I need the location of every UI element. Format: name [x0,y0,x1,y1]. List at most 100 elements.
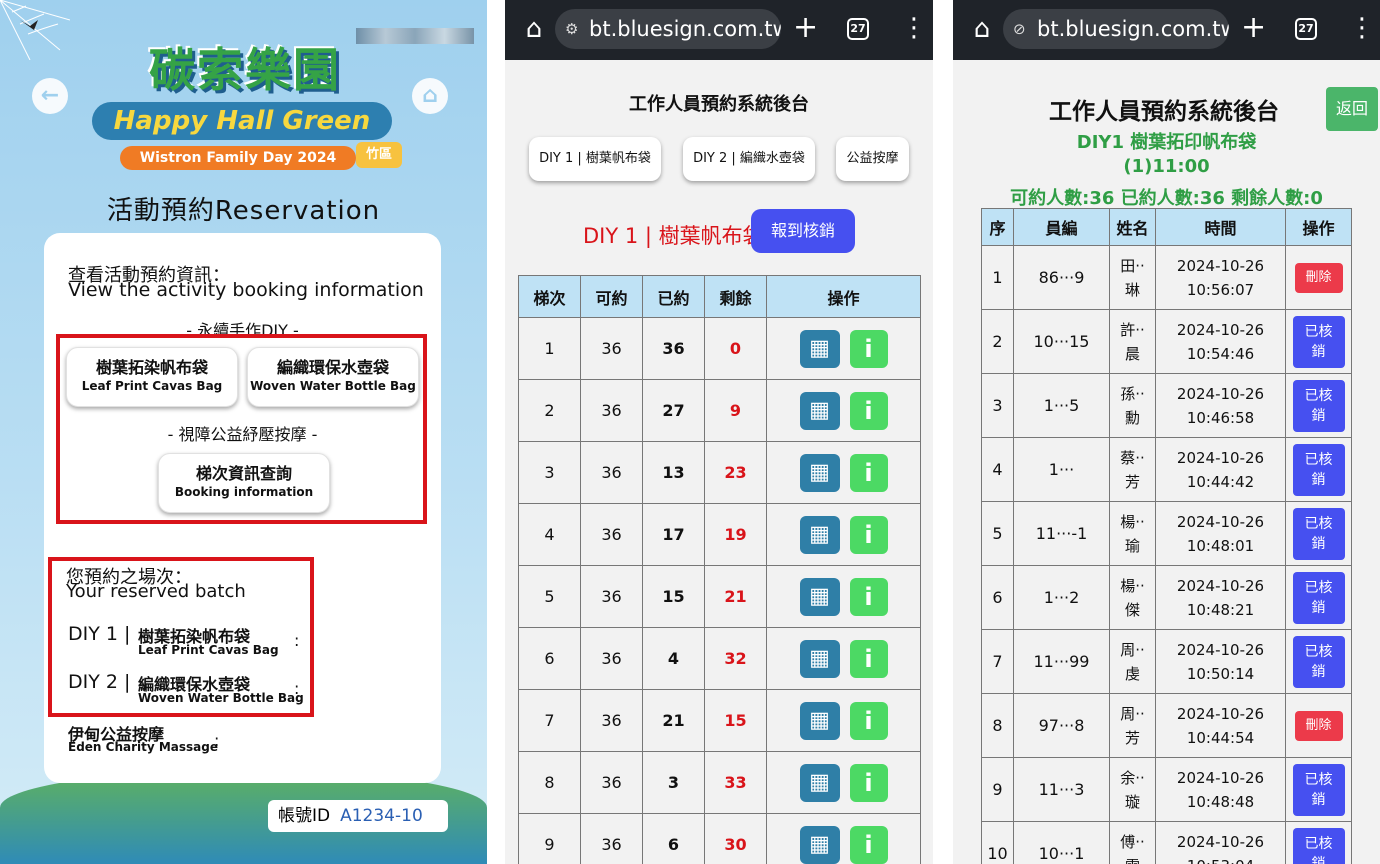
verified-button[interactable]: 已核銷 [1292,635,1345,688]
cell-index: 8 [981,693,1014,758]
info-icon[interactable]: i [849,329,888,368]
home-icon[interactable]: ⌂ [967,14,997,44]
checkin-button[interactable]: 報到核銷 [751,209,855,253]
qr-code-icon[interactable]: ▦ [799,391,840,430]
info-icon[interactable]: i [849,577,888,616]
back-button[interactable]: 返回 [1326,87,1378,131]
tab-diy2[interactable]: DIY 2 | 編織水壺袋 [683,137,815,181]
verified-button[interactable]: 已核銷 [1292,443,1345,496]
cell-date: 2024-10-26 [1176,448,1265,467]
admin-detail-panel: ⌂ ⊘ bt.bluesign.com.tw/ + 27 ⋮ 工作人員預約系統後… [953,0,1380,864]
cell-booked: 4 [642,627,705,690]
cell-index: 10 [981,821,1014,864]
qr-code-icon[interactable]: ▦ [799,515,840,554]
info-icon[interactable]: i [849,391,888,430]
info-icon[interactable]: i [849,639,888,678]
qr-code-icon[interactable]: ▦ [799,825,840,864]
new-tab-icon[interactable]: + [1241,12,1266,44]
address-bar[interactable]: ⚙ bt.bluesign.com.tw/ [555,9,781,49]
cell-capacity: 36 [580,565,643,628]
qr-code-icon[interactable]: ▦ [799,763,840,802]
more-menu-icon[interactable]: ⋮ [1349,12,1375,44]
section-massage-label: - 視障公益紓壓按摩 - [167,425,318,444]
info-icon[interactable]: i [849,763,888,802]
tab-count-icon[interactable]: 27 [1295,18,1317,40]
more-menu-icon[interactable]: ⋮ [901,12,927,44]
time-slot: (1)11:00 [1123,156,1210,177]
verified-button[interactable]: 已核銷 [1292,763,1345,816]
verified-button[interactable]: 已核銷 [1292,379,1345,432]
home-icon[interactable]: ⌂ [519,14,549,44]
tab-massage[interactable]: 公益按摩 [836,137,909,181]
verified-button[interactable]: 已核銷 [1292,571,1345,624]
cell-batch: 4 [518,503,581,566]
browser-toolbar: ⌂ ⊘ bt.bluesign.com.tw/ + 27 ⋮ [953,0,1380,60]
qr-code-icon[interactable]: ▦ [799,577,840,616]
cell-employee-id: 10···15 [1013,309,1110,374]
cell-remaining: 30 [704,813,767,864]
qr-code-icon[interactable]: ▦ [799,701,840,740]
cell-date: 2024-10-26 [1176,768,1265,787]
cell-name: 傅··雲 [1109,821,1156,864]
home-icon[interactable]: ⌂ [412,78,448,114]
cell-employee-id: 1··· [1013,437,1110,502]
cell-name: 田··琳 [1109,245,1156,310]
cell-actions: ▦ i [766,565,921,628]
leaf-print-bag-button[interactable]: 樹葉拓染帆布袋 Leaf Print Cavas Bag [66,347,238,407]
reserved-diy1-prefix: DIY 1 | [68,623,131,645]
cell-time: 2024-10-26 10:48:01 [1155,501,1286,566]
cell-capacity: 36 [580,751,643,814]
admin-title: 工作人員預約系統後台 [629,94,809,115]
woven-bottle-bag-button[interactable]: 編織環保水壺袋 Woven Water Bottle Bag [247,347,419,407]
cell-clock: 10:48:01 [1186,536,1255,555]
cell-name: 楊··傑 [1109,565,1156,630]
logo-title: 碳索樂園 [149,43,341,97]
cell-booked: 36 [642,317,705,380]
cell-remaining: 19 [704,503,767,566]
qr-code-icon[interactable]: ▦ [799,639,840,678]
qr-code-icon[interactable]: ▦ [799,453,840,492]
delete-button[interactable]: 刪除 [1294,262,1343,293]
tab-diy1[interactable]: DIY 1 | 樹葉帆布袋 [529,137,661,181]
new-tab-icon[interactable]: + [793,12,818,44]
verified-button[interactable]: 已核銷 [1292,507,1345,560]
col-name: 姓名 [1109,208,1156,246]
page-title: 活動預約Reservation [106,196,381,226]
cell-employee-id: 86···9 [1013,245,1110,310]
address-bar[interactable]: ⊘ bt.bluesign.com.tw/ [1003,9,1229,49]
table-row: 4 36 17 19 ▦ i [518,503,921,566]
info-icon[interactable]: i [849,453,888,492]
cell-date: 2024-10-26 [1176,832,1265,851]
info-icon[interactable]: i [849,701,888,740]
cell-time: 2024-10-26 10:48:21 [1155,565,1286,630]
table-row: 3 36 13 23 ▦ i [518,441,921,504]
button-label-en: Woven Water Bottle Bag [250,379,416,393]
cell-batch: 8 [518,751,581,814]
verified-button[interactable]: 已核銷 [1292,315,1345,368]
button-label-en: Leaf Print Cavas Bag [81,379,223,393]
reserved-diy2-value: : [294,679,300,698]
site-settings-icon[interactable]: ⊘ [1013,9,1026,49]
cell-capacity: 36 [580,379,643,442]
table-row: 2 36 27 9 ▦ i [518,379,921,442]
booking-info-button[interactable]: 梯次資訊查詢 Booking information [158,453,330,513]
info-icon[interactable]: i [849,825,888,864]
cell-name: 楊··瑜 [1109,501,1156,566]
cell-remaining: 23 [704,441,767,504]
info-icon[interactable]: i [849,515,888,554]
cell-booked: 6 [642,813,705,864]
cell-employee-id: 1···5 [1013,373,1110,438]
back-arrow-icon[interactable]: ← [32,78,68,114]
cell-actions: 刪除 [1285,245,1352,310]
col-index: 序 [981,208,1014,246]
url-text: bt.bluesign.com.tw/ [589,17,781,41]
delete-button[interactable]: 刪除 [1294,710,1343,741]
qr-code-icon[interactable]: ▦ [799,329,840,368]
verified-button[interactable]: 已核銷 [1292,827,1345,864]
cell-actions: ▦ i [766,441,921,504]
cell-booked: 17 [642,503,705,566]
tab-count-icon[interactable]: 27 [847,18,869,40]
cell-time: 2024-10-26 10:44:54 [1155,693,1286,758]
site-settings-icon[interactable]: ⚙ [565,9,578,49]
cell-employee-id: 11···99 [1013,629,1110,694]
